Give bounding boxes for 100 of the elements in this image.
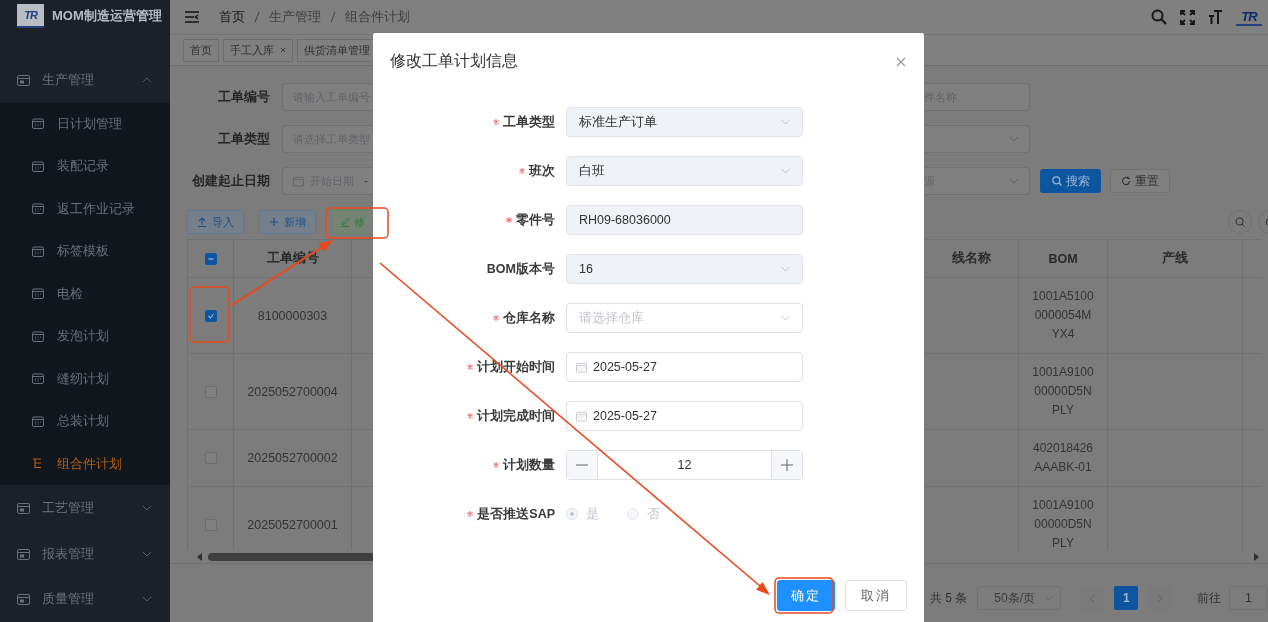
app-title: MOM制造运营管理 [52,7,162,26]
calendar-icon [576,410,587,422]
tab[interactable]: 手工入库 [223,38,293,62]
sidebar-submenu-item[interactable]: 缝纫计划 [0,357,170,401]
font-size-icon[interactable] [1208,10,1223,24]
chevron-icon [780,168,791,174]
add-button[interactable]: 新增 [259,210,316,234]
confirm-button[interactable]: 确定 [777,580,835,611]
search-icon [1051,176,1062,186]
table-cell: 8100000303 [257,308,328,323]
close-icon[interactable] [896,56,906,67]
calendar-icon [32,288,44,300]
calendar-icon [32,330,44,342]
calendar-icon [32,160,44,172]
cancel-button[interactable]: 取消 [845,580,907,611]
column-header [352,239,373,278]
sidebar-submenu-item[interactable]: 装配记录 [0,145,170,188]
search-icon [1235,217,1245,227]
search-icon[interactable] [1151,9,1167,25]
field-label: 是否推送SAP [477,505,555,523]
upload-icon [197,217,207,227]
table-cell-text: 1001A910000000D5NPLY [1031,364,1095,419]
sidebar-submenu-item[interactable]: 标签模板 [0,230,170,273]
table-cell-text: 1001A51000000054MYX4 [1031,288,1095,343]
calendar-icon [32,203,44,215]
field-label: BOM版本号 [486,260,555,278]
goto-label: 前往 [1197,589,1222,607]
scroll-right-icon[interactable] [1254,552,1259,561]
annotation-box [189,286,230,343]
table-cell-text: 402018426AAABK-01 [1031,440,1095,476]
folder-icon [17,501,30,514]
folder-icon [17,547,30,560]
number-field[interactable]: 12 [566,450,803,480]
calendar-icon [576,361,587,373]
field-label: 计划数量 [503,456,555,474]
filter-label: 工单编号 [217,88,270,106]
tab[interactable]: 首页 [183,38,219,62]
sidebar-menu-item[interactable]: 报表管理 [0,530,170,577]
table-cell: 2025052700001 [247,517,338,532]
page-button[interactable]: 1 [1114,586,1139,610]
folder-icon [17,73,30,86]
close-icon[interactable] [280,47,286,53]
calendar-icon [32,245,44,257]
breadcrumb-item: 生产管理 [269,8,321,26]
date-field[interactable]: 2025-05-27 [566,401,803,431]
column-header: 产线 [1108,239,1243,278]
breadcrumb-separator [253,11,261,23]
date-field[interactable]: 2025-05-27 [566,352,803,382]
sidebar-submenu-item[interactable]: 组合件计划 [0,442,170,486]
increase-button[interactable] [771,451,802,479]
breadcrumb-item: 组合件计划 [345,8,410,26]
plus-icon [269,217,279,227]
chevron-left-icon [1089,593,1096,603]
breadcrumb-separator [329,11,337,23]
chevron-right-icon [1157,593,1164,603]
total-count: 共 5 条 [930,589,968,607]
filter-label: 创建起止日期 [191,172,270,190]
chevron-icon [780,266,791,272]
calendar-icon [32,415,44,427]
fullscreen-icon[interactable] [1180,9,1195,25]
scrollbar-thumb[interactable] [208,552,373,561]
sidebar-submenu-item[interactable]: 发泡计划 [0,315,170,358]
calendar-icon [32,118,44,130]
calendar-icon [293,175,304,187]
search-button[interactable]: 搜索 [1040,169,1101,193]
field-label: 工单类型 [503,113,555,131]
column-header: BOM [1019,239,1108,278]
sidebar-submenu-item[interactable]: 返工作业记录 [0,187,170,231]
row-checkbox[interactable] [204,309,217,322]
refresh-icon [1121,176,1131,186]
plus-icon [781,459,793,471]
field-label: 班次 [529,162,555,180]
sidebar-menu-item[interactable]: 生产管理 [0,57,170,103]
calendar-icon [32,373,44,385]
chevron-icon [1009,136,1019,142]
table-cell: 2025052700004 [247,384,338,399]
column-header: 线名称 [924,239,1019,278]
sidebar-menu-item[interactable]: 质量管理 [0,576,170,622]
select-field[interactable] [924,125,1030,153]
menu-icon[interactable] [185,11,199,23]
field-label: 零件号 [516,211,555,229]
sidebar-menu-item[interactable]: 工艺管理 [0,485,170,531]
field-label: 计划开始时间 [477,358,555,376]
import-button[interactable]: 导入 [187,210,244,234]
breadcrumb-item[interactable]: 首页 [219,8,245,26]
sidebar-submenu-item[interactable]: 总装计划 [0,400,170,443]
folder-icon [17,593,30,606]
reset-button[interactable]: 重置 [1110,169,1170,193]
decrease-button[interactable] [567,451,598,479]
select-all-checkbox[interactable] [204,252,217,265]
page-size-select[interactable]: 50条/页 [977,586,1062,610]
logo: TR [1236,8,1262,26]
logo: TR [17,4,44,29]
sidebar-submenu-item[interactable]: 日计划管理 [0,102,170,146]
page-input[interactable]: 1 [1229,586,1268,610]
scroll-left-icon[interactable] [197,552,202,561]
check-icon [206,311,215,320]
table-cell-text: 1001A910000000D5NPLY [1031,497,1095,550]
field-label: 计划完成时间 [477,407,555,425]
sidebar-submenu-item[interactable]: 电检 [0,272,170,316]
